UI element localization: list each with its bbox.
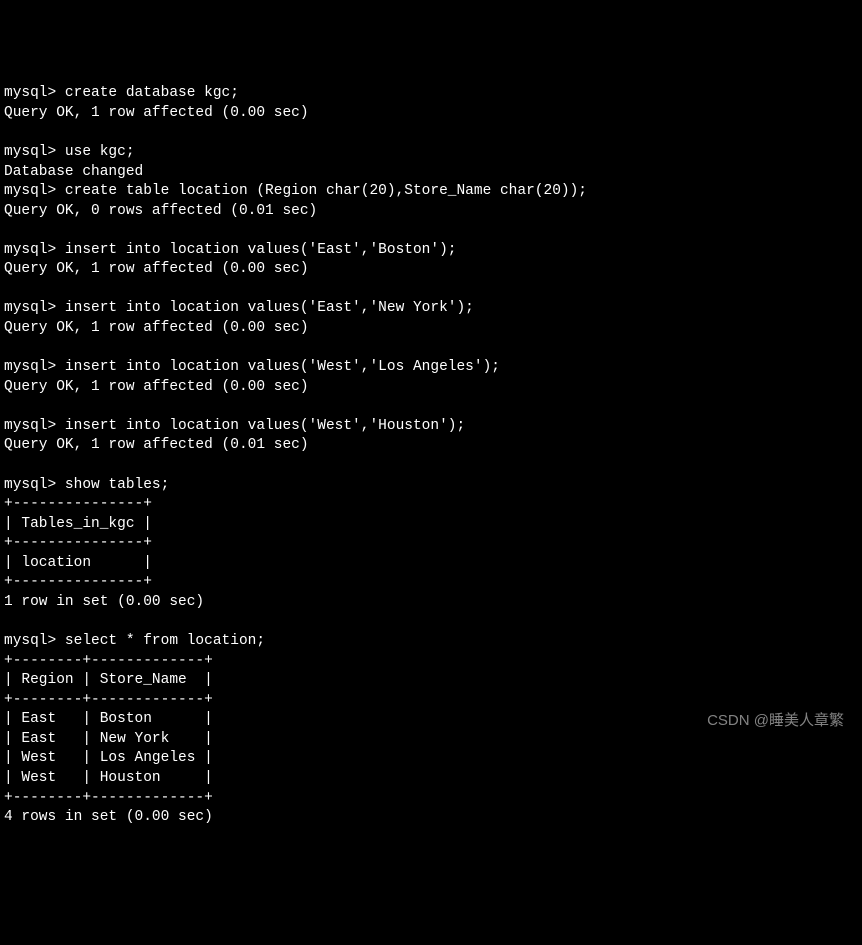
terminal-line: +--------+-------------+ [4, 652, 858, 672]
terminal-line [4, 397, 858, 417]
terminal-line: mysql> insert into location values('East… [4, 241, 858, 261]
terminal-line: +---------------+ [4, 573, 858, 593]
terminal-line [4, 221, 858, 241]
terminal-line: Database changed [4, 163, 858, 183]
terminal-line: mysql> insert into location values('East… [4, 299, 858, 319]
terminal-line [4, 280, 858, 300]
terminal-line: Query OK, 0 rows affected (0.01 sec) [4, 202, 858, 222]
terminal-line [4, 612, 858, 632]
terminal-line: +--------+-------------+ [4, 691, 858, 711]
terminal-line: 4 rows in set (0.00 sec) [4, 808, 858, 828]
terminal-line: | Tables_in_kgc | [4, 515, 858, 535]
terminal-line: Query OK, 1 row affected (0.00 sec) [4, 104, 858, 124]
terminal-line: Query OK, 1 row affected (0.00 sec) [4, 319, 858, 339]
terminal-line: | East | New York | [4, 730, 858, 750]
terminal-line: +--------+-------------+ [4, 789, 858, 809]
terminal-line: mysql> create table location (Region cha… [4, 182, 858, 202]
terminal-line: Query OK, 1 row affected (0.01 sec) [4, 436, 858, 456]
terminal-line: Query OK, 1 row affected (0.00 sec) [4, 378, 858, 398]
terminal-line: | Region | Store_Name | [4, 671, 858, 691]
terminal-line: mysql> select * from location; [4, 632, 858, 652]
terminal-line: mysql> use kgc; [4, 143, 858, 163]
terminal-line: +---------------+ [4, 534, 858, 554]
terminal-line [4, 339, 858, 359]
terminal-line: | West | Los Angeles | [4, 749, 858, 769]
terminal-line: +---------------+ [4, 495, 858, 515]
terminal-line: 1 row in set (0.00 sec) [4, 593, 858, 613]
terminal-line: mysql> create database kgc; [4, 84, 858, 104]
terminal-line [4, 456, 858, 476]
terminal-line [4, 123, 858, 143]
terminal-line: mysql> show tables; [4, 476, 858, 496]
terminal-line: mysql> insert into location values('West… [4, 358, 858, 378]
terminal-line: Query OK, 1 row affected (0.00 sec) [4, 260, 858, 280]
terminal-line: mysql> insert into location values('West… [4, 417, 858, 437]
terminal-line: | location | [4, 554, 858, 574]
watermark-text: CSDN @睡美人章繁 [707, 711, 844, 731]
terminal-line: | West | Houston | [4, 769, 858, 789]
